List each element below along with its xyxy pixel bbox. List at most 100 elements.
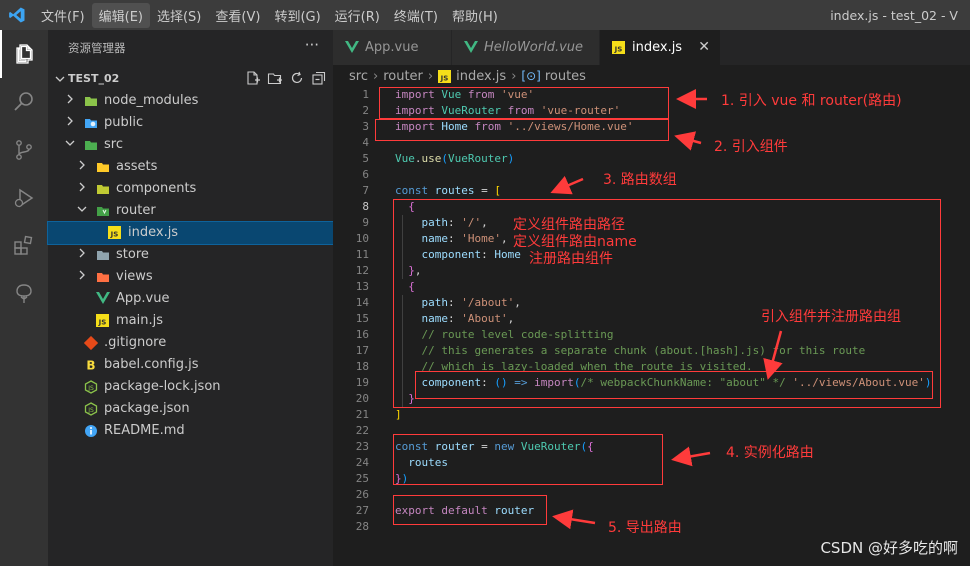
explorer-toolbar: [245, 70, 327, 86]
arrow-icon: [550, 175, 584, 195]
folder-router-icon: [96, 204, 110, 218]
new-file-icon[interactable]: [245, 70, 261, 86]
tree-item-label: node_modules: [104, 93, 199, 108]
tree-item[interactable]: router: [48, 200, 333, 222]
chevron-right-icon[interactable]: [76, 269, 90, 283]
annotation-arrows: [550, 89, 783, 530]
tree-item[interactable]: store: [48, 244, 333, 266]
npm-file-icon: JS: [84, 402, 98, 416]
tree-item[interactable]: JS index.js: [47, 221, 334, 245]
project-title: TEST_02: [68, 72, 120, 85]
menu-selection[interactable]: 选择(S): [150, 3, 208, 28]
code-editor[interactable]: 1 2 3 4 5 6 7 8 9 10 11 12 13 14 15 16 17 18 19 20 21 22 23 24 2…: [333, 87, 970, 566]
chevron-right-icon[interactable]: [64, 115, 78, 129]
source-control-icon[interactable]: [0, 126, 48, 174]
folder-assets-icon: [96, 160, 110, 174]
tree-item-label: main.js: [116, 313, 163, 328]
breadcrumb-file[interactable]: index.js: [456, 69, 506, 84]
menu-view[interactable]: 查看(V): [208, 3, 267, 28]
folder-node-icon: [84, 94, 98, 108]
chevron-right-icon[interactable]: [76, 247, 90, 261]
chevron-right-icon: ›: [427, 68, 434, 84]
tree-item[interactable]: .gitignore: [48, 332, 333, 354]
breadcrumb-src[interactable]: src: [349, 69, 368, 84]
folder-views-icon: [96, 270, 110, 284]
tab-label: HelloWorld.vue: [484, 40, 584, 55]
info-file-icon: [84, 424, 98, 438]
vue-file-icon: [464, 41, 478, 53]
tree-item[interactable]: JS package.json: [48, 398, 333, 420]
svg-text:JS: JS: [98, 319, 107, 327]
js-file-icon: JS: [438, 69, 452, 83]
menu-bar: 文件(F) 编辑(E) 选择(S) 查看(V) 转到(G) 运行(R) 终端(T…: [34, 0, 505, 30]
tree-item-label: App.vue: [116, 291, 170, 306]
tree-item[interactable]: assets: [48, 156, 333, 178]
tree-item-label: assets: [116, 159, 158, 174]
tree-item-label: src: [104, 137, 123, 152]
tree-item[interactable]: components: [48, 178, 333, 200]
tree-item[interactable]: Bbabel.config.js: [48, 354, 333, 376]
tab-index-js[interactable]: JS index.js ✕: [600, 30, 721, 65]
tree-item[interactable]: JS package-lock.json: [48, 376, 333, 398]
run-debug-icon[interactable]: [0, 174, 48, 222]
tree-item-label: package.json: [104, 401, 190, 416]
tree-item-label: .gitignore: [104, 335, 167, 350]
tree-item[interactable]: public: [48, 112, 333, 134]
tree-item[interactable]: node_modules: [48, 90, 333, 112]
vscode-logo-icon: [9, 7, 25, 23]
breadcrumb-router[interactable]: router: [383, 69, 423, 84]
tree-item-label: index.js: [128, 225, 179, 240]
arrow-icon: [552, 509, 596, 530]
js-file-icon: JS: [96, 314, 110, 328]
menu-help[interactable]: 帮助(H): [445, 3, 505, 28]
breadcrumb-symbol[interactable]: routes: [545, 69, 586, 84]
activity-bar: [0, 30, 48, 566]
chevron-down-icon[interactable]: [76, 203, 90, 217]
chevron-right-icon[interactable]: [76, 181, 90, 195]
tree-item[interactable]: src: [48, 134, 333, 156]
tree-item-label: package-lock.json: [104, 379, 221, 394]
tree-item[interactable]: JS main.js: [48, 310, 333, 332]
tab-helloworld-vue[interactable]: HelloWorld.vue: [452, 30, 600, 65]
refresh-icon[interactable]: [289, 70, 305, 86]
tree-item-label: README.md: [104, 423, 185, 438]
chevron-right-icon[interactable]: [76, 159, 90, 173]
vue-file-icon: [96, 292, 110, 306]
project-header[interactable]: TEST_02: [48, 68, 333, 90]
menu-edit[interactable]: 编辑(E): [91, 2, 150, 28]
indent-guide: [402, 215, 403, 279]
chevron-right-icon: ›: [511, 68, 517, 84]
tab-app-vue[interactable]: App.vue: [333, 30, 452, 65]
more-actions-icon[interactable]: ···: [305, 36, 319, 54]
js-file-icon: JS: [108, 226, 122, 240]
tree-item[interactable]: views: [48, 266, 333, 288]
search-icon[interactable]: [0, 78, 48, 126]
vue-file-icon: [345, 41, 359, 53]
svg-text:JS: JS: [110, 231, 119, 239]
menu-file[interactable]: 文件(F): [34, 3, 92, 28]
breadcrumb: src › router › JS index.js › [⊙] routes: [333, 65, 970, 87]
tab-label: App.vue: [365, 40, 419, 55]
variable-symbol-icon: [⊙]: [521, 69, 541, 83]
chevron-right-icon[interactable]: [64, 93, 78, 107]
tree-item[interactable]: README.md: [48, 420, 333, 442]
tree-icon[interactable]: [0, 270, 48, 318]
folder-store-icon: [96, 248, 110, 262]
svg-text:JS: JS: [87, 407, 94, 414]
extensions-icon[interactable]: [0, 222, 48, 270]
collapse-all-icon[interactable]: [311, 70, 327, 86]
svg-text:JS: JS: [440, 74, 449, 82]
close-icon[interactable]: ✕: [698, 39, 710, 55]
menu-go[interactable]: 转到(G): [267, 3, 327, 28]
folder-public-icon: [84, 116, 98, 130]
new-folder-icon[interactable]: [267, 70, 283, 86]
tree-item-label: views: [116, 269, 153, 284]
tree-item[interactable]: App.vue: [48, 288, 333, 310]
arrow-icon: [674, 131, 702, 151]
explorer-icon[interactable]: [0, 30, 48, 78]
chevron-down-icon[interactable]: [64, 137, 78, 151]
svg-text:B: B: [86, 359, 95, 373]
menu-run[interactable]: 运行(R): [328, 3, 387, 28]
arrow-icon: [671, 446, 711, 467]
menu-terminal[interactable]: 终端(T): [387, 3, 445, 28]
